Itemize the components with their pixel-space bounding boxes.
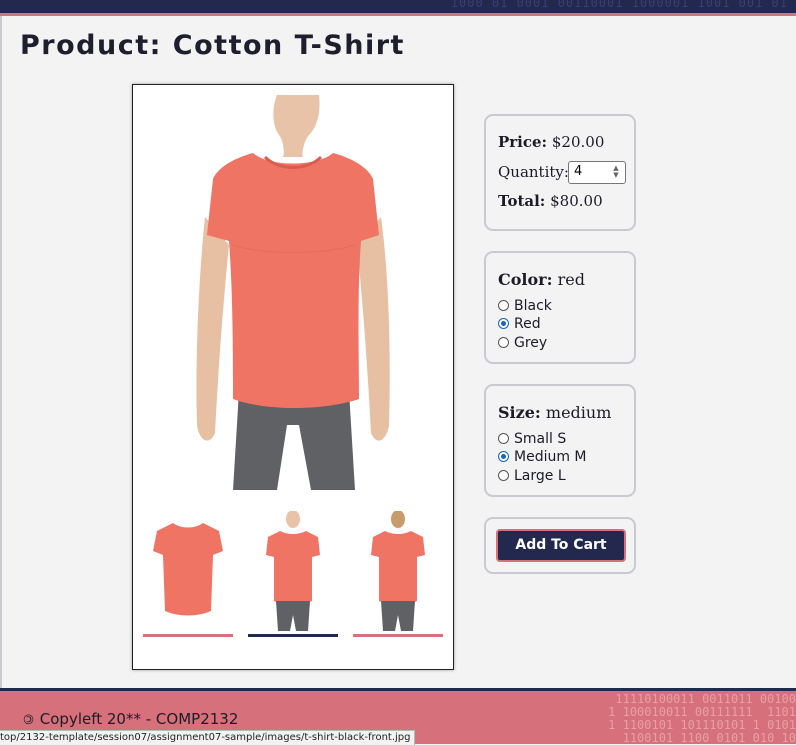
size-small-label: Small S — [514, 431, 567, 447]
total-row: Total: $80.00 — [498, 192, 603, 210]
color-red-radio[interactable] — [498, 318, 509, 329]
thumbnail-flat-indicator — [143, 634, 233, 637]
total-label: Total: — [498, 192, 546, 210]
size-small-radio[interactable] — [498, 433, 509, 444]
footer-copyleft: © Copyleft 20** - COMP2132 — [22, 710, 238, 728]
thumbnail-front[interactable] — [248, 510, 338, 637]
quantity-value: 4 — [574, 164, 583, 179]
color-grey-label: Grey — [514, 335, 548, 351]
thumbnail-flat-image — [153, 523, 223, 616]
copyleft-text: Copyleft 20** - COMP2132 — [39, 710, 239, 728]
size-option-small[interactable]: Small S — [498, 431, 566, 447]
footer-binary-decoration: 11110100011 0011011 00100 1 100010011 00… — [608, 692, 796, 745]
thumbnail-flat[interactable] — [143, 511, 233, 637]
product-gallery — [132, 84, 454, 670]
size-large-label: Large L — [514, 468, 566, 484]
size-heading: Size: medium — [498, 403, 611, 422]
price-row: Price: $20.00 — [498, 133, 604, 151]
quantity-label: Quantity: — [498, 163, 569, 181]
size-selected-value: medium — [545, 403, 612, 422]
color-option-red[interactable]: Red — [498, 316, 541, 332]
price-label: Price: — [498, 133, 548, 151]
size-medium-radio[interactable] — [498, 451, 509, 462]
main-product-image — [133, 95, 453, 490]
thumbnail-back[interactable] — [353, 510, 443, 637]
left-border — [0, 16, 2, 688]
size-large-radio[interactable] — [498, 470, 509, 481]
status-bar-url: top/2132-template/session07/assignment07… — [0, 730, 416, 745]
thumbnail-front-image — [266, 510, 320, 631]
color-heading: Color: red — [498, 270, 585, 289]
color-panel: Color: red Black Red Grey — [484, 251, 636, 364]
size-option-medium[interactable]: Medium M — [498, 449, 587, 465]
cart-panel: Add To Cart — [484, 517, 636, 574]
page-title: Product: Cotton T-Shirt — [20, 30, 405, 61]
add-to-cart-button[interactable]: Add To Cart — [496, 529, 626, 562]
quantity-input[interactable]: 4 ▲ ▼ — [568, 161, 626, 184]
size-option-large[interactable]: Large L — [498, 468, 566, 484]
thumbnail-back-image — [371, 510, 425, 631]
color-option-grey[interactable]: Grey — [498, 335, 547, 351]
price-panel: Price: $20.00 Quantity: 4 ▲ ▼ Total: $80.… — [484, 114, 636, 231]
color-black-label: Black — [514, 298, 552, 314]
color-grey-radio[interactable] — [498, 337, 509, 348]
total-value: $80.00 — [550, 192, 603, 210]
size-medium-label: Medium M — [514, 449, 587, 465]
copyleft-icon: © — [22, 713, 35, 728]
color-label: Color: — [498, 270, 553, 289]
color-option-black[interactable]: Black — [498, 298, 552, 314]
price-value: $20.00 — [551, 133, 605, 151]
thumbnail-back-indicator — [353, 634, 443, 637]
color-selected-value: red — [557, 270, 585, 289]
thumbnail-front-indicator — [248, 634, 338, 637]
banner-binary-decoration: 1000 01 0001 00110001 1000001 1001 001 0… — [450, 0, 788, 10]
size-panel: Size: medium Small S Medium M Large L — [484, 384, 636, 497]
color-red-label: Red — [514, 316, 541, 332]
color-black-radio[interactable] — [498, 300, 509, 311]
quantity-spinner-icon[interactable]: ▲ ▼ — [610, 165, 622, 180]
size-label: Size: — [498, 403, 541, 422]
top-banner: 1000 01 0001 00110001 1000001 1001 001 0… — [0, 0, 796, 16]
